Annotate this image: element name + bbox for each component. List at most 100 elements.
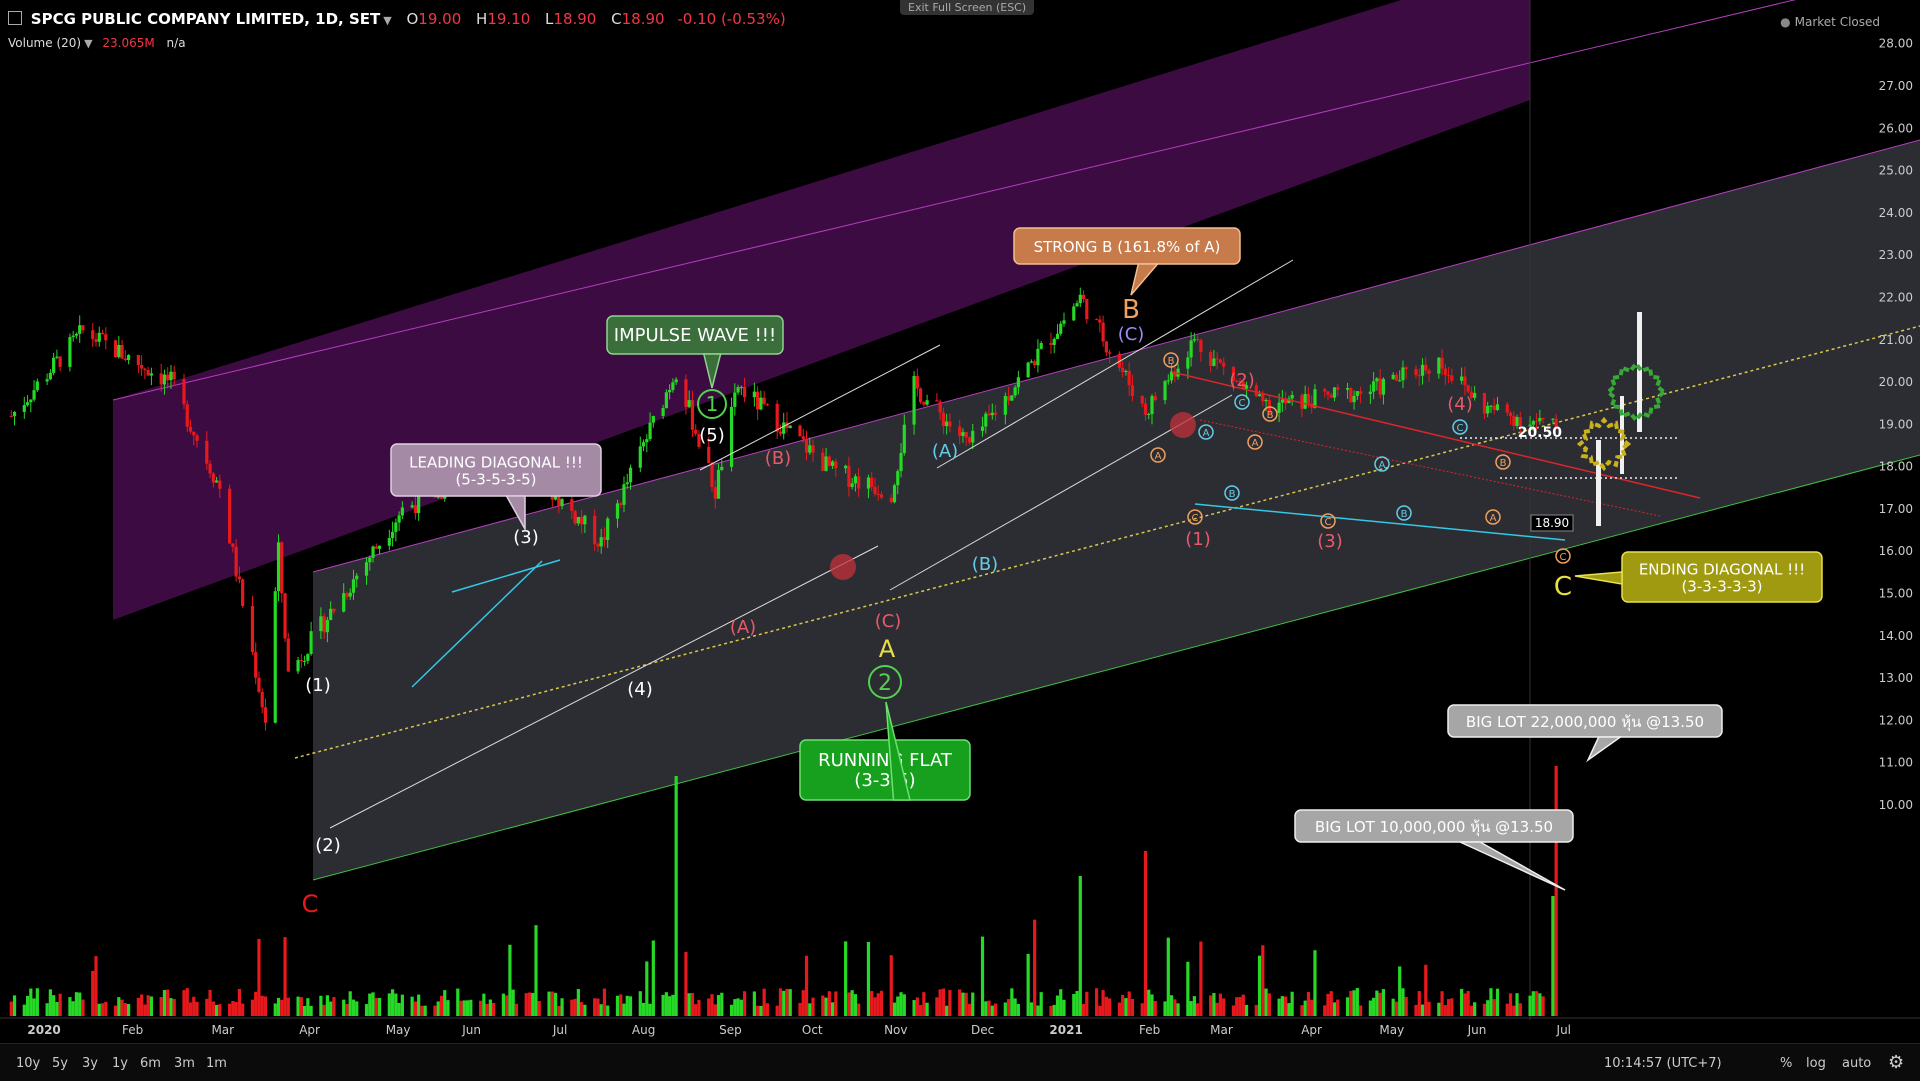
volume-legend[interactable]: Volume (20) ▼ 23.065M n/a bbox=[8, 36, 186, 50]
chevron-down-icon[interactable]: ▼ bbox=[84, 37, 92, 50]
market-status-text: Market Closed bbox=[1794, 15, 1880, 29]
open-value: 19.00 bbox=[418, 10, 462, 28]
wave-label-c-purple: (C) bbox=[1118, 324, 1145, 345]
volume-bar bbox=[149, 996, 154, 1016]
exit-fullscreen-button[interactable]: Exit Full Screen (ESC) bbox=[900, 0, 1035, 15]
candle-body bbox=[1303, 393, 1307, 409]
candle-body bbox=[368, 557, 372, 563]
range-1m[interactable]: 1m bbox=[206, 1056, 227, 1071]
candle-body bbox=[192, 431, 196, 436]
volume-bar bbox=[22, 1004, 26, 1016]
volume-bar bbox=[263, 996, 268, 1016]
volume-bar bbox=[345, 1003, 349, 1016]
volume-bar bbox=[785, 988, 789, 1016]
volume-bar bbox=[1460, 988, 1464, 1016]
volume-bar bbox=[9, 1001, 13, 1016]
candle-body bbox=[182, 379, 186, 405]
volume-bar bbox=[1358, 1005, 1363, 1016]
volume-bar bbox=[420, 1005, 424, 1016]
volume-bar bbox=[1029, 1002, 1034, 1016]
log-toggle[interactable]: log bbox=[1806, 1056, 1826, 1071]
volume-bar bbox=[1059, 989, 1063, 1016]
volume-bar bbox=[123, 1003, 127, 1016]
volume-bar bbox=[668, 996, 672, 1016]
price-tick-label: 28.00 bbox=[1879, 37, 1913, 51]
price-chart[interactable]: 28.00 27.00 26.00 25.00 24.00 23.00 22.00 21.00… bbox=[0, 0, 1920, 1043]
volume-bar bbox=[664, 992, 668, 1016]
volume-bar bbox=[97, 1003, 101, 1016]
chevron-down-icon[interactable]: ▼ bbox=[383, 14, 391, 27]
candle-body bbox=[1166, 380, 1170, 382]
volume-bar bbox=[941, 988, 946, 1016]
range-1y[interactable]: 1y bbox=[112, 1056, 128, 1071]
volume-bar bbox=[371, 992, 375, 1016]
candle-body bbox=[1505, 404, 1509, 413]
candle-body bbox=[1398, 380, 1402, 382]
candle-body bbox=[149, 373, 154, 376]
candle-body bbox=[97, 332, 101, 342]
candle-body bbox=[576, 516, 580, 524]
range-10y[interactable]: 10y bbox=[16, 1056, 40, 1071]
candle-body bbox=[1085, 299, 1089, 320]
collapse-icon[interactable] bbox=[8, 11, 22, 25]
candle-body bbox=[1538, 418, 1542, 422]
volume-bar bbox=[1075, 990, 1079, 1016]
volume-bar bbox=[1280, 996, 1284, 1016]
candle-body bbox=[1257, 394, 1262, 397]
candle-body bbox=[922, 402, 926, 405]
range-3m[interactable]: 3m bbox=[174, 1056, 195, 1071]
candle-body bbox=[283, 593, 287, 639]
volume-bar bbox=[387, 993, 391, 1016]
candle-body bbox=[964, 432, 968, 438]
candle-body bbox=[1437, 357, 1441, 374]
candle-body bbox=[984, 413, 988, 427]
volume-bar bbox=[1541, 996, 1545, 1016]
candle-body bbox=[237, 576, 242, 580]
candle-body bbox=[394, 522, 398, 532]
candle-body bbox=[915, 376, 919, 389]
candle-body bbox=[1404, 367, 1408, 369]
volume-bar bbox=[935, 997, 939, 1016]
volume-bar bbox=[847, 992, 851, 1016]
volume-bar bbox=[1443, 1005, 1447, 1016]
candle-body bbox=[808, 445, 812, 453]
volume-bar bbox=[938, 989, 942, 1016]
range-6m[interactable]: 6m bbox=[140, 1056, 161, 1071]
candle-body bbox=[1003, 396, 1007, 415]
time-tick-label: Aug bbox=[632, 1023, 655, 1037]
candle-body bbox=[1108, 352, 1112, 354]
volume-bar bbox=[1049, 1005, 1053, 1016]
candle-body bbox=[1482, 393, 1487, 414]
volume-bar bbox=[364, 1004, 369, 1016]
volume-bar bbox=[104, 1001, 108, 1016]
candle-body bbox=[1492, 405, 1496, 410]
volume-bar bbox=[1349, 990, 1353, 1016]
low-value: 18.90 bbox=[553, 10, 597, 28]
range-3y[interactable]: 3y bbox=[82, 1056, 98, 1071]
symbol-title[interactable]: SPCG PUBLIC COMPANY LIMITED, 1D, SET bbox=[31, 10, 380, 28]
candle-body bbox=[1508, 412, 1513, 417]
volume-bar bbox=[1290, 991, 1294, 1016]
auto-toggle[interactable]: auto bbox=[1842, 1056, 1871, 1071]
volume-bar bbox=[808, 1003, 812, 1016]
volume-bar bbox=[1033, 919, 1037, 1016]
volume-bar bbox=[1196, 1003, 1200, 1016]
time-tick-label: Nov bbox=[884, 1023, 907, 1037]
candle-body bbox=[351, 579, 356, 593]
leading-diagonal-text: LEADING DIAGONAL !!! bbox=[409, 453, 583, 471]
volume-bar bbox=[876, 993, 880, 1016]
candle-body bbox=[162, 374, 167, 385]
volume-bar bbox=[1062, 999, 1066, 1016]
volume-bar bbox=[527, 992, 532, 1016]
volume-bar bbox=[1554, 766, 1558, 1016]
candle-body bbox=[759, 397, 763, 410]
gear-icon[interactable]: ⚙ bbox=[1888, 1052, 1904, 1073]
volume-bar bbox=[205, 998, 209, 1016]
volume-bar bbox=[390, 989, 395, 1016]
candle-body bbox=[234, 546, 238, 577]
percent-toggle[interactable]: % bbox=[1780, 1056, 1792, 1071]
candle-body bbox=[1329, 394, 1333, 398]
range-5y[interactable]: 5y bbox=[52, 1056, 68, 1071]
candle-body bbox=[967, 437, 972, 443]
volume-bar bbox=[987, 1000, 991, 1016]
